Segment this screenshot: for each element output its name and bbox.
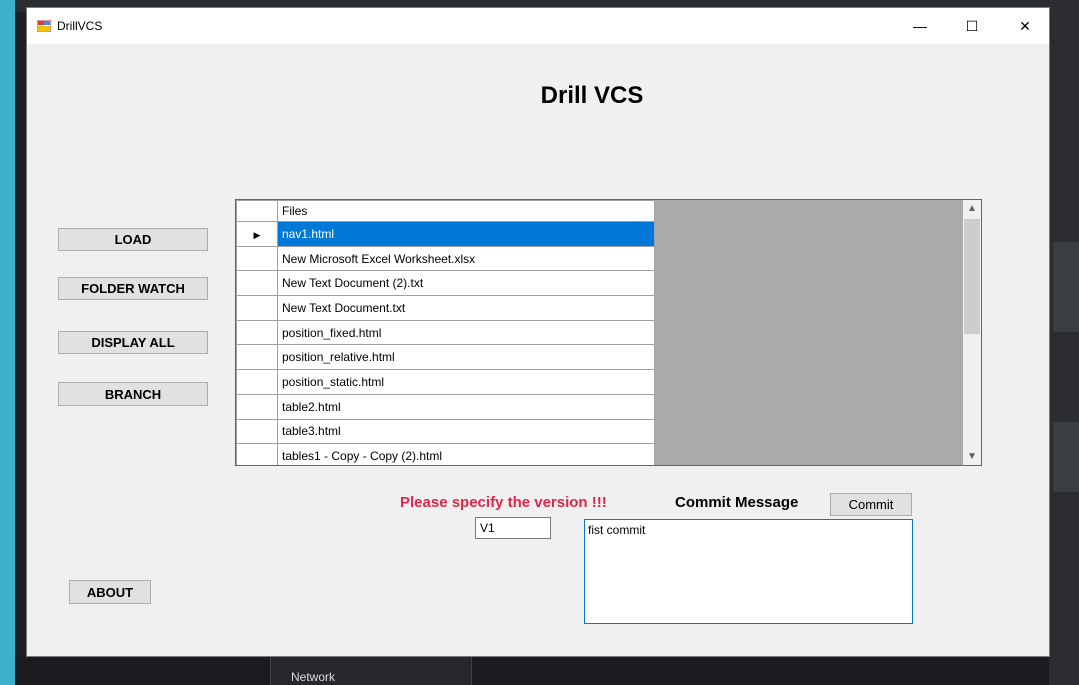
branch-button[interactable]: BRANCH	[58, 382, 208, 406]
row-header[interactable]	[236, 295, 278, 321]
table-row[interactable]: table2.html	[236, 393, 655, 420]
file-cell[interactable]: position_fixed.html	[277, 319, 655, 346]
close-button[interactable]: ✕	[1002, 8, 1048, 44]
version-input[interactable]	[475, 517, 551, 539]
close-icon: ✕	[1019, 17, 1031, 34]
scroll-down-icon[interactable]: ▼	[963, 448, 981, 465]
table-row[interactable]: table3.html	[236, 418, 655, 445]
file-cell[interactable]: New Microsoft Excel Worksheet.xlsx	[277, 245, 655, 272]
page-title: Drill VCS	[540, 82, 644, 109]
about-button[interactable]: ABOUT	[69, 580, 151, 604]
scroll-up-icon[interactable]: ▲	[963, 200, 981, 217]
version-warning: Please specify the version !!!	[400, 494, 607, 511]
file-cell[interactable]: New Text Document.txt	[277, 295, 655, 321]
commit-button[interactable]: Commit	[830, 493, 912, 516]
file-cell[interactable]: nav1.html	[277, 221, 655, 247]
table-row[interactable]: position_static.html	[236, 369, 655, 395]
scroll-thumb[interactable]	[964, 219, 980, 334]
app-window: DrillVCS — ☐ ✕ Drill VCS LOAD FOLDER WAT…	[27, 8, 1049, 656]
file-cell[interactable]: tables1 - Copy - Copy (2).html	[277, 443, 655, 465]
table-row[interactable]: New Text Document.txt	[236, 295, 655, 321]
file-cell[interactable]: table3.html	[277, 418, 655, 445]
maximize-icon: ☐	[965, 17, 979, 34]
current-row-icon: ▶	[253, 229, 261, 240]
app-icon	[37, 20, 51, 32]
row-header-corner[interactable]	[236, 200, 278, 222]
row-header[interactable]	[236, 369, 278, 395]
table-row[interactable]: tables1 - Copy - Copy (2).html	[236, 443, 655, 465]
commit-message-input[interactable]: fist commit	[584, 519, 913, 624]
vertical-scrollbar[interactable]: ▲ ▼	[963, 200, 981, 465]
column-header-files[interactable]: Files	[277, 200, 655, 222]
table-row[interactable]: New Text Document (2).txt	[236, 270, 655, 297]
background-window	[1049, 12, 1079, 685]
desktop-edge	[0, 0, 15, 685]
load-button[interactable]: LOAD	[58, 228, 208, 251]
row-header[interactable]	[236, 393, 278, 420]
folder-watch-button[interactable]: FOLDER WATCH	[58, 277, 208, 300]
row-header[interactable]	[236, 418, 278, 445]
file-cell[interactable]: New Text Document (2).txt	[277, 270, 655, 297]
background-taskbar: Network	[15, 656, 1049, 685]
file-cell[interactable]: position_relative.html	[277, 344, 655, 371]
files-grid[interactable]: Files ▶ nav1.html New Microsoft Excel Work…	[235, 199, 982, 466]
network-item[interactable]: Network	[291, 670, 335, 684]
display-all-button[interactable]: DISPLAY ALL	[58, 331, 208, 354]
table-row[interactable]: position_relative.html	[236, 344, 655, 371]
file-cell[interactable]: position_static.html	[277, 369, 655, 395]
maximize-button[interactable]: ☐	[949, 8, 995, 44]
header-row: Files	[236, 200, 655, 222]
minimize-button[interactable]: —	[897, 8, 943, 44]
commit-message-label: Commit Message	[675, 494, 799, 511]
files-table: Files ▶ nav1.html New Microsoft Excel Work…	[236, 200, 655, 465]
table-row[interactable]: position_fixed.html	[236, 319, 655, 346]
row-header[interactable]	[236, 443, 278, 465]
title-bar: DrillVCS — ☐ ✕	[27, 8, 1049, 44]
grid-body: ▶ nav1.html New Microsoft Excel Worksheet.…	[236, 221, 655, 465]
row-header[interactable]	[236, 270, 278, 297]
row-header[interactable]	[236, 344, 278, 371]
row-header[interactable]	[236, 245, 278, 272]
row-header[interactable]	[236, 319, 278, 346]
file-cell[interactable]: table2.html	[277, 393, 655, 420]
table-row[interactable]: New Microsoft Excel Worksheet.xlsx	[236, 245, 655, 272]
window-title: DrillVCS	[57, 19, 103, 33]
row-header[interactable]: ▶	[236, 221, 278, 247]
explorer-panel: Network	[270, 656, 472, 685]
minimize-icon: —	[913, 18, 927, 34]
table-row[interactable]: ▶ nav1.html	[236, 221, 655, 247]
